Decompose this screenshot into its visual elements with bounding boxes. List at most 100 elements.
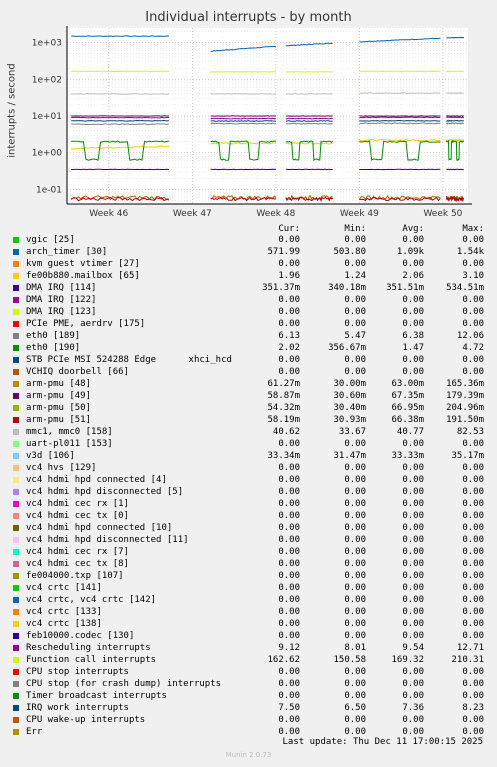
legend-value-min: 0.00 bbox=[344, 475, 366, 485]
series-line bbox=[359, 92, 441, 94]
munin-version: Munin 2.0.73 bbox=[225, 751, 272, 759]
legend-value-avg: 0.00 bbox=[402, 523, 424, 533]
legend-swatch bbox=[13, 477, 19, 483]
legend-value-avg: 0.00 bbox=[402, 475, 424, 485]
legend-value-avg: 1.47 bbox=[402, 343, 424, 353]
x-ticks: Week 46 Week 47 Week 48 Week 49 Week 50 bbox=[89, 209, 462, 219]
legend-header-min: Min: bbox=[344, 224, 366, 234]
legend-label: vc4 crtc, vc4 crtc [142] bbox=[26, 595, 157, 605]
legend-label: vc4 hdmi cec rx [7] bbox=[26, 547, 129, 557]
legend-swatch bbox=[13, 633, 19, 639]
legend-label: vc4 hdmi hpd connected [4] bbox=[26, 475, 167, 485]
legend-value-avg: 9.54 bbox=[402, 643, 424, 653]
legend-label: CPU stop (for crash dump) interrupts bbox=[26, 679, 222, 689]
legend-value-avg: 2.06 bbox=[402, 271, 424, 281]
legend-value-min: 31.47m bbox=[333, 451, 366, 461]
legend-value-cur: 0.00 bbox=[278, 367, 300, 377]
legend-value-avg: 66.38m bbox=[391, 415, 424, 425]
legend-value-avg: 0.00 bbox=[402, 511, 424, 521]
legend-value-cur: 58.19m bbox=[267, 415, 300, 425]
legend-swatch bbox=[13, 693, 19, 699]
legend-label: vc4 crtc [133] bbox=[26, 607, 102, 617]
legend-swatch bbox=[13, 417, 19, 423]
legend-value-cur: 571.99 bbox=[267, 247, 300, 257]
legend-value-min: 0.00 bbox=[344, 619, 366, 629]
legend-value-cur: 0.00 bbox=[278, 319, 300, 329]
legend-swatch bbox=[13, 537, 19, 543]
legend-value-max: 0.00 bbox=[462, 319, 484, 329]
series-line bbox=[71, 116, 169, 119]
legend-value-max: 0.00 bbox=[462, 691, 484, 701]
legend-value-cur: 58.87m bbox=[267, 391, 300, 401]
legend-value-min: 8.01 bbox=[344, 643, 366, 653]
legend-value-min: 0.00 bbox=[344, 559, 366, 569]
legend-value-cur: 0.00 bbox=[278, 559, 300, 569]
legend-value-max: 82.53 bbox=[456, 427, 484, 437]
legend-swatch bbox=[13, 573, 19, 579]
legend-value-avg: 40.77 bbox=[396, 427, 424, 437]
legend-value-max: 165.36m bbox=[446, 379, 484, 389]
legend-swatch bbox=[13, 453, 19, 459]
legend-value-max: 0.00 bbox=[462, 523, 484, 533]
series-line bbox=[446, 116, 465, 119]
legend-label: vc4 hdmi hpd disconnected [11] bbox=[26, 535, 189, 545]
legend-value-min: 0.00 bbox=[344, 235, 366, 245]
legend-value-cur: 0.00 bbox=[278, 499, 300, 509]
legend-label: eth0 [189] bbox=[26, 331, 81, 341]
legend-value-avg: 33.33m bbox=[391, 451, 424, 461]
legend-value-cur: 351.37m bbox=[262, 283, 300, 293]
legend-value-avg: 0.00 bbox=[402, 535, 424, 545]
x-tick-label: Week 48 bbox=[256, 209, 295, 219]
legend-value-max: 0.00 bbox=[462, 571, 484, 581]
legend-value-cur: 0.00 bbox=[278, 355, 300, 365]
legend-value-min: 0.00 bbox=[344, 319, 366, 329]
legend-value-cur: 0.00 bbox=[278, 607, 300, 617]
legend-value-max: 0.00 bbox=[462, 547, 484, 557]
legend-swatch bbox=[13, 657, 19, 663]
legend-value-cur: 54.32m bbox=[267, 403, 300, 413]
legend-label: vgic [25] bbox=[26, 235, 75, 245]
legend-value-min: 0.00 bbox=[344, 571, 366, 581]
legend-value-avg: 169.32 bbox=[391, 655, 424, 665]
series-line bbox=[285, 117, 333, 120]
legend-value-min: 503.80 bbox=[333, 247, 366, 257]
legend-label: DMA IRQ [123] bbox=[26, 307, 97, 317]
legend-value-avg: 0.00 bbox=[402, 607, 424, 617]
legend-value-cur: 0.00 bbox=[278, 595, 300, 605]
legend-value-min: 356.67m bbox=[328, 343, 366, 353]
series-line bbox=[446, 36, 465, 39]
legend-value-cur: 0.00 bbox=[278, 667, 300, 677]
legend-label: vc4 crtc [141] bbox=[26, 583, 102, 593]
legend-swatch bbox=[13, 501, 19, 507]
legend-label: vc4 crtc [138] bbox=[26, 619, 102, 629]
legend-value-avg: 0.00 bbox=[402, 547, 424, 557]
legend-value-max: 210.31 bbox=[451, 655, 484, 665]
legend-swatch bbox=[13, 681, 19, 687]
legend-value-max: 0.00 bbox=[462, 487, 484, 497]
last-update: Last update: Thu Dec 11 17:00:15 2025 bbox=[282, 737, 483, 747]
x-tick-label: Week 46 bbox=[89, 209, 128, 219]
legend-value-cur: 0.00 bbox=[278, 535, 300, 545]
legend-value-avg: 63.00m bbox=[391, 379, 424, 389]
legend-value-cur: 0.00 bbox=[278, 307, 300, 317]
legend-swatch bbox=[13, 705, 19, 711]
legend-value-max: 0.00 bbox=[462, 631, 484, 641]
legend-value-min: 150.58 bbox=[333, 655, 366, 665]
legend-value-min: 0.00 bbox=[344, 367, 366, 377]
legend-value-avg: 0.00 bbox=[402, 355, 424, 365]
legend-value-avg: 0.00 bbox=[402, 439, 424, 449]
legend-value-min: 0.00 bbox=[344, 691, 366, 701]
legend-value-max: 179.39m bbox=[446, 391, 484, 401]
legend-value-max: 0.00 bbox=[462, 715, 484, 725]
legend-value-max: 191.50m bbox=[446, 415, 484, 425]
legend-value-avg: 0.00 bbox=[402, 487, 424, 497]
legend-value-min: 0.00 bbox=[344, 535, 366, 545]
legend-swatch bbox=[13, 345, 19, 351]
legend-label: mmc1, mmc0 [158] bbox=[26, 427, 113, 437]
legend-label: eth0 [190] bbox=[26, 343, 81, 353]
legend-value-max: 12.71 bbox=[456, 643, 484, 653]
legend-swatch bbox=[13, 597, 19, 603]
legend-value-cur: 0.00 bbox=[278, 295, 300, 305]
legend-value-max: 0.00 bbox=[462, 619, 484, 629]
legend-value-avg: 0.00 bbox=[402, 691, 424, 701]
